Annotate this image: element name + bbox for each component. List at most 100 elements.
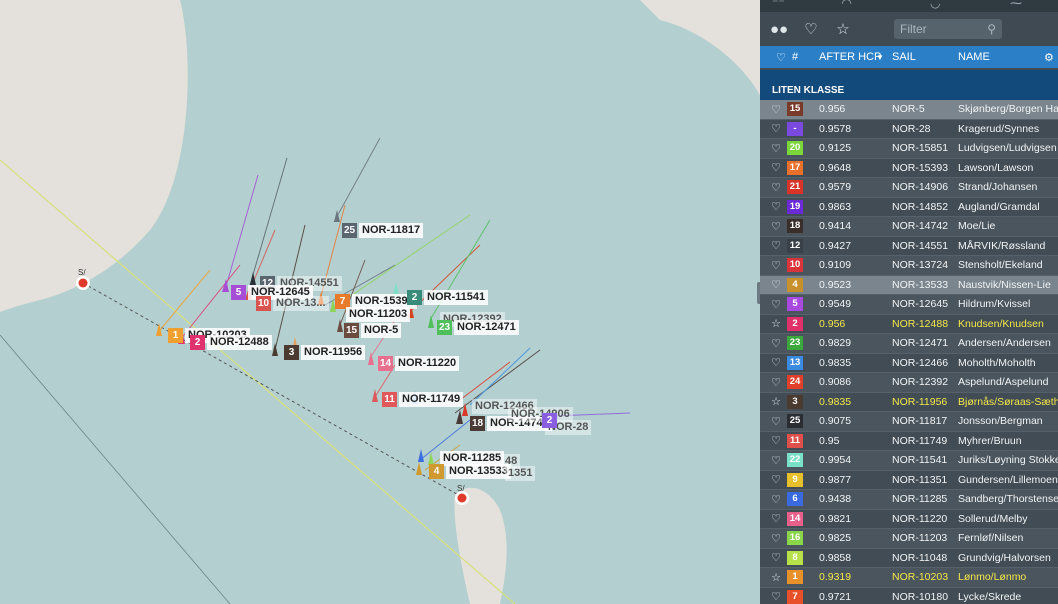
table-row[interactable]: ♡ 5 0.9549 NOR-12645 Hildrum/Kvissel xyxy=(760,295,1058,315)
rank-column-header[interactable]: # xyxy=(792,51,798,63)
filter-input[interactable]: Filter ⚲ xyxy=(894,19,1002,39)
rank-badge: 8 xyxy=(787,550,803,565)
settings-gear-icon[interactable]: ⚙ xyxy=(1044,51,1054,64)
heart-icon[interactable]: ♡ xyxy=(770,142,782,155)
heart-icon[interactable]: ♡ xyxy=(770,220,782,233)
heart-icon[interactable]: ♡ xyxy=(770,103,782,116)
star-icon[interactable]: ☆ xyxy=(770,395,782,408)
table-row[interactable]: ♡ 21 0.9579 NOR-14906 Strand/Johansen xyxy=(760,178,1058,198)
heart-icon[interactable]: ♡ xyxy=(770,181,782,194)
heart-icon[interactable]: ♡ xyxy=(770,278,782,291)
table-row[interactable]: ♡ 11 0.95 NOR-11749 Myhrer/Bruun xyxy=(760,431,1058,451)
table-row[interactable]: ♡ 19 0.9863 NOR-14852 Augland/Gramdal xyxy=(760,197,1058,217)
heart-icon[interactable]: ♡ xyxy=(770,239,782,252)
boat-label[interactable]: NOR-11203 xyxy=(346,307,411,322)
table-row[interactable]: ☆ 3 0.9835 NOR-11956 Bjørnås/Søraas-Sæther xyxy=(760,392,1058,412)
table-row[interactable]: ♡ 6 0.9438 NOR-11285 Sandberg/Thorstensen xyxy=(760,490,1058,510)
crew-name: Fernløf/Nilsen xyxy=(958,532,1024,545)
boat-label[interactable]: 2 NOR-12488 xyxy=(190,335,272,350)
table-row[interactable]: ♡ 8 0.9858 NOR-11048 Grundvig/Halvorsen xyxy=(760,548,1058,568)
table-row[interactable]: ♡ 14 0.9821 NOR-11220 Sollerud/Melby xyxy=(760,509,1058,529)
sail-number: NOR-12471 xyxy=(892,337,949,350)
heart-icon[interactable]: ♡ xyxy=(770,473,782,486)
heart-icon[interactable]: ♡ xyxy=(770,356,782,369)
table-row[interactable]: ☆ 1 0.9319 NOR-10203 Lønmo/Lønmo xyxy=(760,568,1058,588)
name-column-header[interactable]: NAME xyxy=(958,51,990,63)
heart-icon[interactable]: ♡ xyxy=(770,590,782,603)
boat-label[interactable]: 3 NOR-11956 xyxy=(284,345,366,360)
start-mark-label: S/ xyxy=(457,484,465,493)
star-icon[interactable]: ☆ xyxy=(770,571,782,584)
boat-label[interactable]: 11 NOR-11749 xyxy=(382,392,464,407)
table-row[interactable]: ♡ 23 0.9829 NOR-12471 Andersen/Andersen xyxy=(760,334,1058,354)
menu-icon[interactable]: ⁓ xyxy=(1010,0,1022,10)
table-row[interactable]: ♡ 15 0.956 NOR-5 Skjønberg/Borgen Ha xyxy=(760,100,1058,120)
gear-icon[interactable]: ◜◝ xyxy=(842,0,851,10)
heart-icon[interactable]: ♡ xyxy=(770,122,782,135)
sail-number: NOR-14906 xyxy=(892,181,949,194)
crew-name: Hildrum/Kvissel xyxy=(958,298,1031,311)
table-row[interactable]: ♡ 4 0.9523 NOR-13533 Naustvik/Nissen-Lie xyxy=(760,275,1058,295)
table-row[interactable]: ♡ 25 0.9075 NOR-11817 Jonsson/Bergman xyxy=(760,412,1058,432)
sail-column-header[interactable]: SAIL xyxy=(892,51,916,63)
heart-icon[interactable]: ♡ xyxy=(770,337,782,350)
boat-label[interactable]: 14 NOR-11220 xyxy=(378,356,460,371)
table-row[interactable]: ♡ - 0.9578 NOR-28 Kragerud/Synnes xyxy=(760,119,1058,139)
crew-name: Bjørnås/Søraas-Sæther xyxy=(958,395,1058,408)
favorite-column-icon[interactable]: ♡ xyxy=(776,51,786,64)
heart-icon[interactable]: ♡ xyxy=(770,200,782,213)
heart-icon[interactable]: ♡ xyxy=(770,551,782,564)
boat-label[interactable]: 25 NOR-11817 xyxy=(342,223,424,238)
heart-icon[interactable]: ♡ xyxy=(770,454,782,467)
heart-icon[interactable]: ♡ xyxy=(770,415,782,428)
table-row[interactable]: ♡ 9 0.9877 NOR-11351 Gundersen/Lillemoen xyxy=(760,470,1058,490)
heart-icon[interactable]: ♡ xyxy=(770,434,782,447)
crew-name: Kragerud/Synnes xyxy=(958,122,1040,135)
toggle-dots-icon[interactable]: ●● xyxy=(768,21,790,38)
heart-icon[interactable]: ♡ xyxy=(770,259,782,272)
start-mark-label: S/ xyxy=(78,268,86,277)
heart-icon[interactable]: ♡ xyxy=(770,376,782,389)
boat-label[interactable]: 48 xyxy=(502,454,521,469)
crew-name: Jonsson/Bergman xyxy=(958,415,1043,428)
table-row[interactable]: ♡ 20 0.9125 NOR-15851 Ludvigsen/Ludvigsen xyxy=(760,139,1058,159)
crew-name: Sollerud/Melby xyxy=(958,512,1028,525)
sail-number: NOR-12488 xyxy=(892,317,949,330)
boat-label[interactable]: 10 NOR-13... xyxy=(256,296,329,311)
table-row[interactable]: ♡ 7 0.9721 NOR-10180 Lycke/Skrede xyxy=(760,587,1058,604)
heart-icon[interactable]: ♡ xyxy=(770,298,782,311)
boat-label[interactable]: 2 xyxy=(542,413,559,428)
hcp-value: 0.9125 xyxy=(819,142,852,155)
heart-icon[interactable]: ♡ xyxy=(770,161,782,174)
table-row[interactable]: ♡ 17 0.9648 NOR-15393 Lawson/Lawson xyxy=(760,158,1058,178)
info-icon[interactable]: ◡ xyxy=(930,0,940,10)
table-row[interactable]: ♡ 22 0.9954 NOR-11541 Juriks/Løyning Stokke xyxy=(760,451,1058,471)
rank-badge: 19 xyxy=(787,199,803,214)
star-icon[interactable]: ☆ xyxy=(770,317,782,330)
boat-label[interactable]: 4 NOR-13533 xyxy=(429,464,511,479)
tab-icon[interactable]: ⁻⁻ xyxy=(772,0,785,10)
heart-icon[interactable]: ♡ xyxy=(770,512,782,525)
table-row[interactable]: ♡ 24 0.9086 NOR-12392 Aspelund/Aspelund xyxy=(760,373,1058,393)
heart-icon[interactable]: ♡ xyxy=(770,493,782,506)
table-row[interactable]: ♡ 10 0.9109 NOR-13724 Stensholt/Ekeland xyxy=(760,256,1058,276)
sort-desc-icon[interactable]: ▼ xyxy=(876,53,884,62)
table-row[interactable]: ☆ 2 0.956 NOR-12488 Knudsen/Knudsen xyxy=(760,314,1058,334)
hcp-column-header[interactable]: AFTER HCP xyxy=(819,51,881,63)
heart-icon[interactable]: ♡ xyxy=(800,20,822,38)
table-row[interactable]: ♡ 13 0.9835 NOR-12466 Moholth/Moholth xyxy=(760,353,1058,373)
sail-number: NOR-10180 xyxy=(892,590,949,603)
table-row[interactable]: ♡ 12 0.9427 NOR-14551 MÅRVIK/Røssland xyxy=(760,236,1058,256)
boat-label[interactable]: 23 NOR-12471 xyxy=(437,320,519,335)
rank-badge: 9 xyxy=(787,472,803,487)
sail-number: NOR-11203 xyxy=(892,532,948,545)
boat-label[interactable]: 2 NOR-11541 xyxy=(407,290,489,305)
star-plus-icon[interactable]: ☆ xyxy=(832,20,854,38)
hcp-value: 0.9835 xyxy=(819,395,852,408)
race-map[interactable]: S/ S/ 25 NOR-11817 12 NOR-14551 5 NOR-12645… xyxy=(0,0,760,604)
boat-label[interactable]: 15 NOR-5 xyxy=(344,323,402,338)
table-row[interactable]: ♡ 16 0.9825 NOR-11203 Fernløf/Nilsen xyxy=(760,529,1058,549)
boat-number: 2 xyxy=(407,290,422,305)
heart-icon[interactable]: ♡ xyxy=(770,532,782,545)
table-row[interactable]: ♡ 18 0.9414 NOR-14742 Moe/Lie xyxy=(760,217,1058,237)
